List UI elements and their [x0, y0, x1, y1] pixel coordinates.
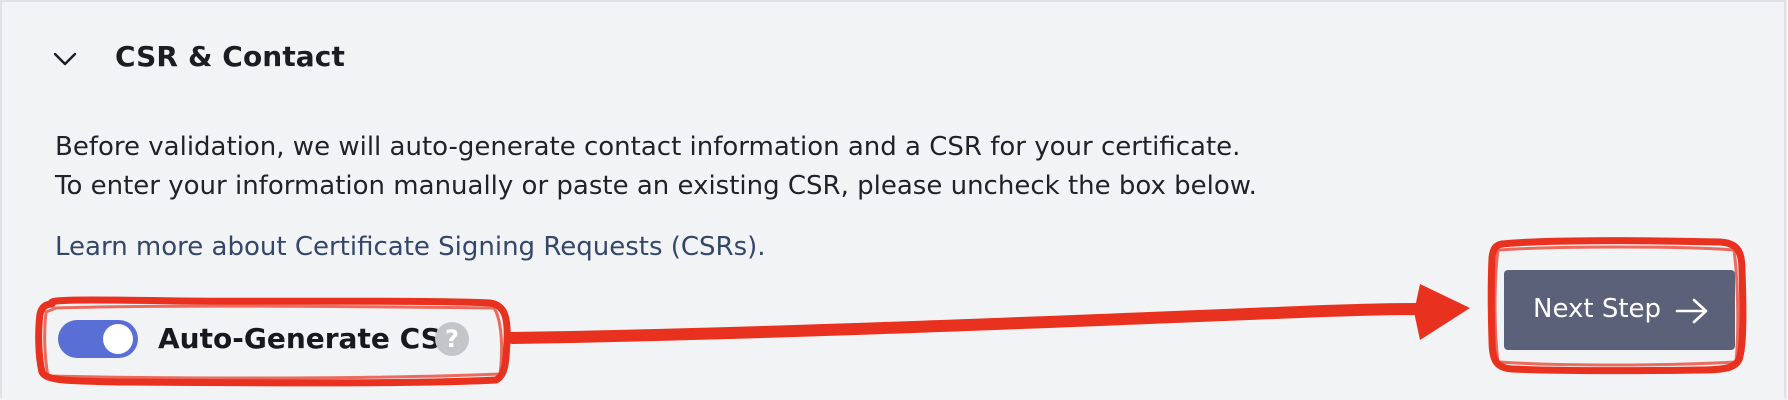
arrow-right-icon — [1675, 298, 1708, 324]
auto-generate-csr-label: Auto-Generate CSR — [158, 322, 463, 355]
question-circle-icon[interactable]: ? — [435, 322, 469, 356]
section-title[interactable]: CSR & Contact — [115, 40, 345, 73]
next-step-button[interactable]: Next Step — [1504, 270, 1735, 350]
csr-contact-panel: CSR & Contact Before validation, we will… — [0, 0, 1786, 398]
auto-generate-csr-toggle[interactable] — [58, 320, 138, 358]
learn-more-csr-link[interactable]: Learn more about Certificate Signing Req… — [55, 232, 766, 262]
chevron-down-icon[interactable] — [52, 50, 78, 68]
next-step-label: Next Step — [1533, 294, 1662, 324]
description-line-2: To enter your information manually or pa… — [55, 171, 1257, 201]
toggle-knob — [103, 324, 133, 354]
description-line-1: Before validation, we will auto-generate… — [55, 132, 1241, 162]
